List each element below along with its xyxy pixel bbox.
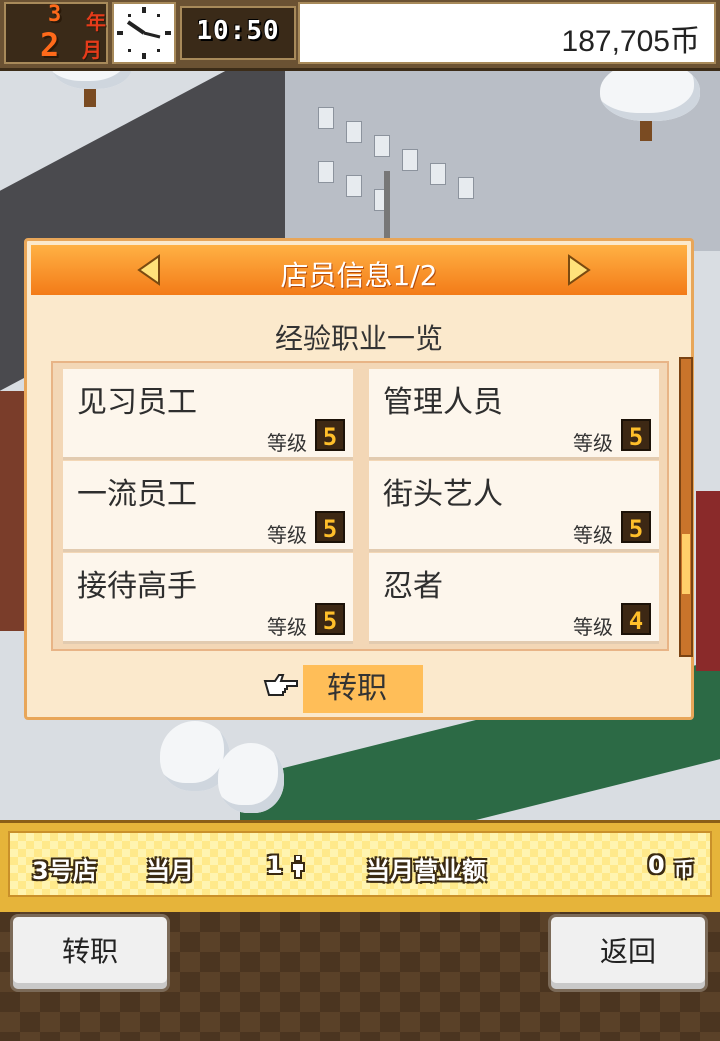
store-name: 3号店: [32, 857, 97, 885]
building-window: [346, 121, 362, 143]
transfer-button[interactable]: 转职: [10, 914, 170, 992]
job-card[interactable]: 接待高手 等级 5: [63, 553, 353, 644]
shop-edge: [0, 391, 26, 631]
job-name: 街头艺人: [383, 477, 503, 512]
time-display: 10:50: [180, 6, 296, 60]
back-button[interactable]: 返回: [548, 914, 708, 992]
staff-info-panel: 店员信息1/2 经验职业一览 见习员工 等级 5 管理人员 等级 5 一流员工 …: [24, 238, 694, 720]
visitor-count: 1: [266, 851, 283, 879]
job-card[interactable]: 管理人员 等级 5: [369, 369, 659, 460]
building-window: [346, 175, 362, 197]
job-card[interactable]: 见习员工 等级 5: [63, 369, 353, 460]
building-window: [318, 161, 334, 183]
clock-icon: [112, 2, 176, 64]
building-window: [374, 135, 390, 157]
time-text: 10:50: [196, 16, 280, 46]
money-value: 187,705币: [561, 25, 700, 58]
level-label: 等级: [267, 523, 307, 547]
level-label: 等级: [267, 431, 307, 455]
level-label: 等级: [573, 431, 613, 455]
store-info-bar: 3号店 当月 1 当月营业额 0 币: [0, 820, 720, 912]
job-name: 一流员工: [77, 477, 197, 512]
date-display: 3 年 2 月: [4, 2, 108, 64]
level-badge: 5: [315, 511, 345, 543]
building-window: [458, 177, 474, 199]
job-name: 管理人员: [383, 385, 503, 420]
job-name: 接待高手: [77, 569, 197, 604]
scroll-thumb[interactable]: [682, 534, 690, 594]
next-page-arrow-icon[interactable]: [567, 254, 591, 286]
monthly-sales-value: 0: [648, 851, 665, 879]
level-badge: 5: [315, 603, 345, 635]
snowy-tree: [600, 71, 700, 121]
level-badge: 5: [621, 419, 651, 451]
year-number: 3: [48, 2, 62, 27]
level-badge: 4: [621, 603, 651, 635]
currency-unit: 币: [674, 857, 694, 881]
bottom-bar: 转职 返回: [0, 912, 720, 1041]
level-label: 等级: [267, 615, 307, 639]
pointing-hand-icon: [263, 674, 298, 696]
month-unit: 月: [82, 38, 102, 62]
panel-header: 店员信息1/2: [31, 245, 687, 295]
job-list-heading: 经验职业一览: [274, 322, 443, 355]
year-unit: 年: [86, 10, 106, 34]
job-name: 忍者: [383, 569, 443, 604]
building-window: [402, 149, 418, 171]
snowy-tree: [52, 71, 132, 89]
job-name: 见习员工: [77, 385, 197, 420]
store-info-inner: 3号店 当月 1 当月营业额 0 币: [8, 831, 712, 897]
transfer-job-button[interactable]: 转职: [303, 665, 423, 713]
level-label: 等级: [573, 523, 613, 547]
building-window: [430, 163, 446, 185]
job-grid: 见习员工 等级 5 管理人员 等级 5 一流员工 等级 5 街头艺人 等级 5 …: [51, 361, 669, 651]
snowy-tree: [218, 743, 284, 813]
month-number: 2: [40, 26, 60, 64]
monthly-sales-label: 当月营业额: [366, 857, 486, 885]
top-status-bar: 3 年 2 月 10:50 187,705币: [0, 0, 720, 71]
level-badge: 5: [315, 419, 345, 451]
job-card[interactable]: 忍者 等级 4: [369, 553, 659, 644]
this-month-label: 当月: [146, 857, 194, 885]
job-card[interactable]: 街头艺人 等级 5: [369, 461, 659, 552]
shop-edge: [696, 491, 720, 671]
job-card[interactable]: 一流员工 等级 5: [63, 461, 353, 552]
building-window: [318, 107, 334, 129]
money-display: 187,705币: [298, 2, 716, 64]
person-icon: [291, 855, 305, 879]
job-list-scrollbar[interactable]: [679, 357, 693, 657]
level-label: 等级: [573, 615, 613, 639]
level-badge: 5: [621, 511, 651, 543]
